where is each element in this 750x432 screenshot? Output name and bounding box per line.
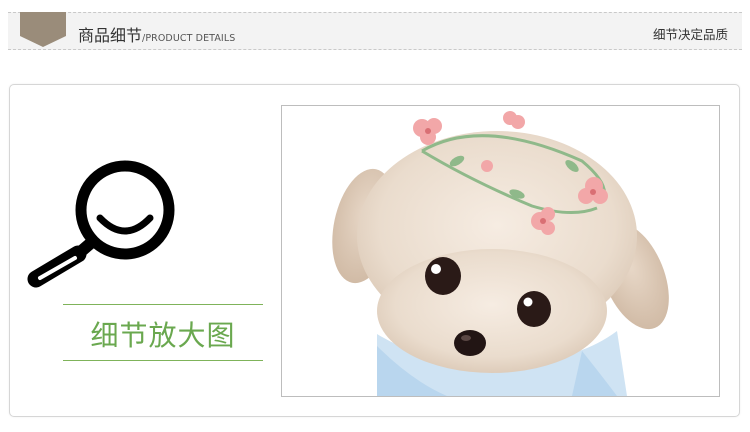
detail-caption: 细节放大图 [90, 319, 236, 352]
magnifier-icon [27, 160, 175, 288]
section-title-text: 商品细节 [78, 26, 143, 45]
product-detail-image [281, 105, 720, 397]
section-header: 商品细节/PRODUCT DETAILS 细节决定品质 [8, 12, 742, 50]
dog-illustration [332, 111, 669, 396]
header-tag-icon [20, 12, 66, 47]
caption-bottom-line [63, 360, 263, 361]
caption-top-line [63, 304, 263, 305]
section-subtitle: /PRODUCT DETAILS [142, 33, 236, 44]
header-slogan: 细节决定品质 [652, 27, 728, 42]
section-title: 商品细节/PRODUCT DETAILS [78, 22, 235, 46]
